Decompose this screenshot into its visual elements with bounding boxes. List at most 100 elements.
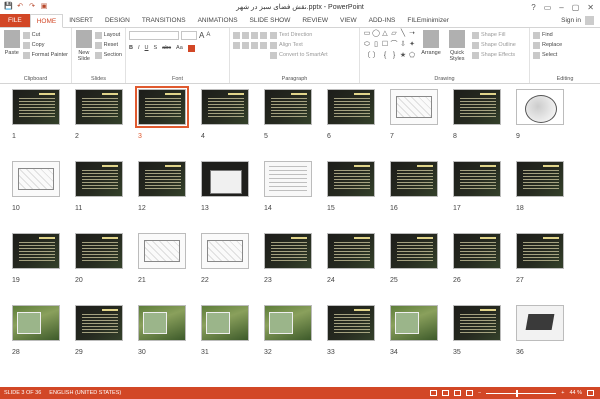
slide-thumbnail[interactable] (516, 89, 564, 125)
shape-option[interactable]: ⇩ (399, 41, 407, 49)
paste-button[interactable]: Paste (3, 30, 21, 60)
tab-add-ins[interactable]: ADD-INS (363, 14, 402, 27)
shape-option[interactable]: 〔 (363, 52, 371, 60)
text-direction-button[interactable]: Text Direction (270, 30, 328, 40)
zoom-slider[interactable] (486, 389, 557, 397)
slide-thumbnail[interactable] (12, 89, 60, 125)
slide-thumbnail[interactable] (453, 305, 501, 341)
slide-thumbnail[interactable] (12, 161, 60, 197)
avatar[interactable] (585, 16, 594, 25)
replace-button[interactable]: Replace (533, 40, 597, 50)
align-left-icon[interactable] (233, 41, 240, 49)
shape-option[interactable]: ★ (399, 52, 407, 60)
align-center-icon[interactable] (242, 41, 249, 49)
bullets-icon[interactable] (233, 31, 240, 39)
slide-thumbnail[interactable] (75, 89, 123, 125)
tab-file[interactable]: FILE (0, 14, 30, 27)
slide-thumbnail[interactable] (75, 161, 123, 197)
slideshow-icon[interactable] (466, 390, 474, 396)
find-button[interactable]: Find (533, 30, 597, 40)
layout-button[interactable]: Layout (94, 30, 122, 40)
italic-button[interactable]: I (138, 45, 140, 51)
slide-thumbnail[interactable] (201, 233, 249, 269)
shape-option[interactable]: ▭ (363, 30, 371, 38)
zoom-out-button[interactable]: − (478, 390, 481, 396)
slide-thumbnail[interactable] (390, 89, 438, 125)
slide-thumbnail[interactable] (327, 233, 375, 269)
new-slide-button[interactable]: New Slide (75, 30, 93, 62)
zoom-level[interactable]: 44 % (569, 390, 582, 396)
slide-thumbnail[interactable] (327, 305, 375, 341)
slide-thumbnail[interactable] (12, 305, 60, 341)
slide-thumbnail[interactable] (138, 233, 186, 269)
slide-thumbnail[interactable] (516, 161, 564, 197)
slide-thumbnail[interactable] (138, 161, 186, 197)
change-case-button[interactable]: Aa (176, 45, 183, 51)
shape-option[interactable]: ✦ (408, 41, 416, 49)
slide-thumbnail[interactable] (453, 233, 501, 269)
justify-icon[interactable] (260, 41, 267, 49)
shape-option[interactable]: ⬭ (363, 41, 371, 49)
slide-thumbnail[interactable] (516, 305, 564, 341)
font-size-dropdown[interactable] (181, 30, 197, 40)
slide-thumbnail[interactable] (75, 305, 123, 341)
select-button[interactable]: Select (533, 50, 597, 60)
tab-design[interactable]: DESIGN (99, 14, 136, 27)
zoom-in-button[interactable]: + (561, 390, 564, 396)
convert-smartart-button[interactable]: Convert to SmartArt (270, 50, 328, 60)
tab-transitions[interactable]: TRANSITIONS (136, 14, 192, 27)
slide-thumbnail[interactable] (264, 89, 312, 125)
fit-slide-icon[interactable] (587, 390, 594, 396)
underline-button[interactable]: U (145, 45, 149, 51)
copy-button[interactable]: Copy (22, 40, 68, 50)
slide-sorter-icon[interactable] (442, 390, 450, 396)
shape-option[interactable]: ⌒ (390, 41, 398, 49)
slide-thumbnail[interactable] (327, 161, 375, 197)
slide-thumbnail[interactable] (201, 89, 249, 125)
reset-button[interactable]: Reset (94, 40, 122, 50)
font-family-dropdown[interactable] (129, 30, 179, 40)
slide-thumbnail[interactable] (327, 89, 375, 125)
shape-option[interactable]: } (390, 52, 398, 60)
numbering-icon[interactable] (242, 31, 249, 39)
sign-in[interactable]: Sign in (561, 14, 600, 27)
grow-font-button[interactable]: A (199, 31, 204, 40)
normal-view-icon[interactable] (430, 390, 438, 396)
shape-option[interactable]: ☐ (381, 41, 389, 49)
shape-option[interactable]: ➝ (408, 30, 416, 38)
shape-option[interactable]: ⬠ (408, 52, 416, 60)
tab-home[interactable]: HOME (29, 14, 64, 28)
shape-option[interactable]: ╲ (399, 30, 407, 38)
slide-thumbnail[interactable] (453, 161, 501, 197)
tab-slide-show[interactable]: SLIDE SHOW (244, 14, 297, 27)
shadow-button[interactable]: S (154, 45, 158, 51)
shape-outline-button[interactable]: Shape Outline (472, 40, 516, 50)
strikethrough-button[interactable]: abc (162, 45, 171, 51)
cut-button[interactable]: Cut (22, 30, 68, 40)
shape-effects-button[interactable]: Shape Effects (472, 50, 516, 60)
slide-thumbnail[interactable] (264, 305, 312, 341)
shape-option[interactable]: 〕 (372, 52, 380, 60)
slide-thumbnail[interactable] (75, 233, 123, 269)
quick-styles-button[interactable]: Quick Styles (446, 30, 468, 62)
slide-thumbnail[interactable] (264, 233, 312, 269)
tab-view[interactable]: VIEW (334, 14, 363, 27)
font-color-icon[interactable] (187, 44, 195, 52)
slide-thumbnail[interactable] (264, 161, 312, 197)
reading-view-icon[interactable] (454, 390, 462, 396)
slide-thumbnail[interactable] (390, 305, 438, 341)
align-right-icon[interactable] (251, 41, 258, 49)
tab-review[interactable]: REVIEW (296, 14, 334, 27)
align-text-button[interactable]: Align Text (270, 40, 328, 50)
sign-in-label[interactable]: Sign in (561, 17, 581, 24)
indent-icon[interactable] (251, 31, 258, 39)
tab-animations[interactable]: ANIMATIONS (192, 14, 244, 27)
slide-thumbnail[interactable] (12, 233, 60, 269)
shape-option[interactable]: ▱ (390, 30, 398, 38)
arrange-button[interactable]: Arrange (420, 30, 442, 62)
shrink-font-button[interactable]: A (206, 32, 210, 38)
section-button[interactable]: Section (94, 50, 122, 60)
slide-thumbnail[interactable] (201, 161, 249, 197)
slide-thumbnail[interactable] (201, 305, 249, 341)
slide-thumbnail[interactable] (135, 86, 189, 128)
